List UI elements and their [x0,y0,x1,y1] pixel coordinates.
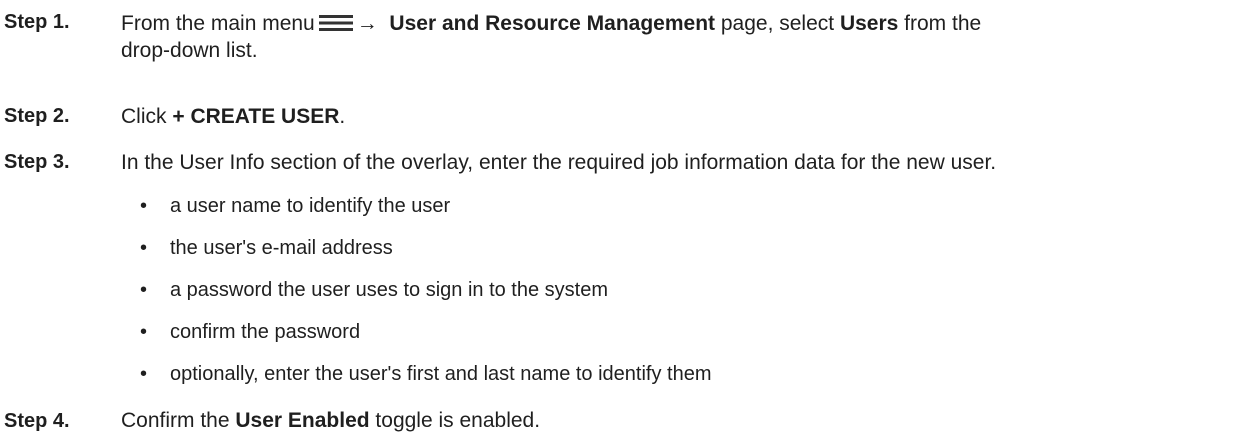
step-text-segment: Confirm the [121,409,236,432]
step-label: Step 2. [4,105,70,127]
step-emphasis: Users [839,12,899,35]
list-item: • confirm the password [140,319,360,345]
arrow-glyph: → [356,12,378,35]
step-text: Confirm the User Enabled toggle is enabl… [121,407,1241,434]
bullet-glyph: • [140,237,148,259]
step-label: Step 3. [4,151,70,173]
step-text-segment: from the [898,12,982,35]
step-text: In the User Info section of the overlay,… [121,151,997,174]
step-text-segment: toggle is enabled. [369,409,541,432]
step-text: From the main menu → User and Resource Ma… [121,10,1241,64]
step-text-segment: . [339,105,346,128]
list-item: • the user's e-mail address [140,235,393,261]
bullet-glyph: • [140,279,148,301]
bullet-glyph: • [140,363,148,385]
step-label: Step 1. [4,11,70,33]
step-label: Step 4. [4,410,70,432]
list-item: • a user name to identify the user [140,193,450,219]
list-item-text: optionally, enter the user's first and l… [170,363,712,385]
list-item-text: the user's e-mail address [170,237,393,259]
step-text-segment: page, select [715,12,840,35]
step-text-segment: Click [121,105,173,128]
bullet-glyph: • [140,321,148,343]
step-text: Click + CREATE USER. [121,103,1241,130]
step-emphasis: User Enabled [235,409,370,432]
hamburger-menu-icon [318,15,353,31]
list-item: • optionally, enter the user's first and … [140,361,712,387]
step-emphasis: User and Resource Management [389,12,716,35]
list-item: • a password the user uses to sign in to … [140,277,608,303]
step-text-segment: From the main menu [121,12,315,35]
step-text-segment: drop-down list. [121,39,258,62]
bullet-glyph: • [140,195,148,217]
list-item-text: confirm the password [170,321,361,343]
step-emphasis: + CREATE USER [172,105,340,128]
list-item-text: a user name to identify the user [170,195,451,217]
list-item-text: a password the user uses to sign in to t… [170,279,608,301]
